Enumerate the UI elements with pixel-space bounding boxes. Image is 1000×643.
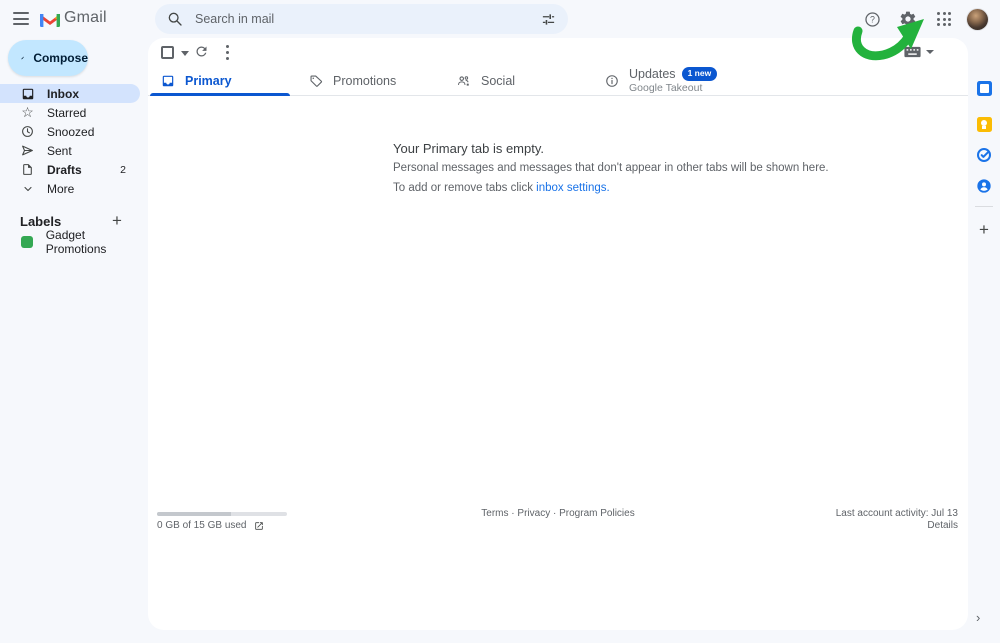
labels-title: Labels	[20, 214, 61, 229]
footer-separator: ·	[553, 508, 556, 519]
new-count-badge: 1 new	[682, 67, 718, 80]
search-input[interactable]: Search in mail	[195, 12, 541, 26]
sidebar-label-gadget-promotions[interactable]: Gadget Promotions	[0, 232, 140, 251]
keyboard-icon	[904, 46, 921, 58]
left-sidebar: Compose Inbox ☆ Starred Snoozed Sent	[0, 38, 148, 643]
sidebar-item-inbox[interactable]: Inbox	[0, 84, 140, 103]
gmail-app: { "header": { "app_name": "Gmail", "sear…	[0, 0, 1000, 643]
empty-state-title: Your Primary tab is empty.	[393, 141, 544, 156]
send-icon	[20, 144, 35, 157]
tab-primary[interactable]: Primary	[148, 66, 296, 95]
label-swatch-icon	[20, 236, 34, 248]
tab-label: Promotions	[333, 74, 396, 88]
top-bar: Gmail Search in mail ?	[0, 0, 1000, 38]
help-icon[interactable]: ?	[859, 6, 885, 32]
info-icon	[604, 74, 619, 88]
compose-button[interactable]: Compose	[8, 40, 88, 76]
inbox-tabs: Primary Promotions	[148, 66, 968, 96]
input-method-caret-icon	[926, 50, 934, 54]
empty-state: Your Primary tab is empty. Personal mess…	[393, 141, 544, 156]
inbox-icon	[20, 87, 35, 101]
svg-text:?: ?	[870, 14, 875, 24]
sidebar-item-label: Snoozed	[47, 125, 94, 139]
tab-label: Primary	[185, 74, 232, 88]
get-addons-icon[interactable]: +	[974, 220, 994, 240]
star-icon: ☆	[20, 104, 35, 121]
account-activity: Last account activity: Jul 13 Details	[836, 508, 958, 532]
search-bar[interactable]: Search in mail	[155, 4, 568, 34]
hide-side-panel-icon[interactable]: ›	[976, 610, 980, 625]
tab-promotions[interactable]: Promotions	[296, 66, 444, 95]
tasks-icon[interactable]	[976, 147, 992, 163]
profile-avatar[interactable]	[967, 9, 988, 30]
sidebar-item-starred[interactable]: ☆ Starred	[0, 103, 140, 122]
tag-icon	[308, 74, 323, 88]
calendar-icon[interactable]	[976, 80, 992, 96]
input-method-selector[interactable]	[904, 46, 934, 58]
storage-usage: 0 GB of 15 GB used	[157, 520, 264, 531]
primary-tab-icon	[160, 74, 175, 88]
more-options-icon[interactable]	[220, 45, 234, 60]
pencil-icon	[21, 51, 24, 65]
tab-label: Social	[481, 74, 515, 88]
footer-separator: ·	[511, 508, 514, 519]
label-name: Gadget Promotions	[46, 228, 140, 256]
drafts-count: 2	[120, 164, 126, 176]
refresh-icon[interactable]	[194, 44, 209, 64]
chevron-down-icon	[20, 183, 35, 195]
tab-updates[interactable]: Updates 1 new Google Takeout	[592, 66, 740, 95]
updates-tab-content: Updates 1 new Google Takeout	[629, 67, 717, 94]
draft-file-icon	[20, 163, 35, 176]
inbox-settings-link[interactable]: inbox settings.	[536, 182, 610, 194]
tab-label: Updates	[629, 67, 676, 81]
tab-social[interactable]: Social	[444, 66, 592, 95]
last-activity-text: Last account activity: Jul 13	[836, 508, 958, 520]
contacts-icon[interactable]	[976, 178, 992, 194]
app-title: Gmail	[64, 9, 107, 27]
mail-toolbar	[148, 38, 968, 66]
active-tab-underline	[150, 93, 290, 96]
terms-link[interactable]: Terms	[481, 508, 508, 519]
storage-usage-text: 0 GB of 15 GB used	[157, 520, 247, 531]
clock-icon	[20, 125, 35, 138]
sidebar-item-label: More	[47, 182, 74, 196]
google-apps-icon[interactable]	[931, 6, 957, 32]
sidebar-item-drafts[interactable]: Drafts 2	[0, 160, 140, 179]
mail-content-card: Primary Promotions	[148, 38, 968, 630]
empty-state-action: To add or remove tabs click inbox settin…	[393, 182, 993, 194]
sidebar-item-snoozed[interactable]: Snoozed	[0, 122, 140, 141]
gmail-logo-icon	[38, 8, 62, 33]
sidebar-item-sent[interactable]: Sent	[0, 141, 140, 160]
rail-divider	[975, 206, 993, 207]
sidebar-item-more[interactable]: More	[0, 179, 140, 198]
settings-gear-icon[interactable]	[895, 6, 921, 32]
header-actions: ?	[859, 0, 988, 38]
sidebar-item-label: Starred	[47, 106, 86, 120]
program-policies-link[interactable]: Program Policies	[559, 508, 635, 519]
people-icon	[456, 74, 471, 88]
privacy-link[interactable]: Privacy	[517, 508, 550, 519]
empty-state-action-text: To add or remove tabs click	[393, 182, 536, 194]
right-side-panel: + ›	[968, 38, 1000, 643]
compose-label: Compose	[33, 51, 88, 65]
open-in-new-icon[interactable]	[254, 521, 264, 531]
empty-state-description: Personal messages and messages that don'…	[393, 162, 993, 174]
main-menu-icon[interactable]	[13, 12, 29, 25]
select-all-checkbox[interactable]	[161, 46, 174, 59]
sidebar-item-label: Inbox	[47, 87, 79, 101]
activity-details-link[interactable]: Details	[836, 520, 958, 532]
keep-icon[interactable]	[976, 116, 992, 132]
search-options-icon[interactable]	[541, 12, 556, 27]
sidebar-item-label: Sent	[47, 144, 72, 158]
search-icon	[167, 11, 183, 27]
select-dropdown-icon[interactable]	[181, 51, 189, 56]
tab-subtitle: Google Takeout	[629, 82, 717, 94]
sidebar-item-label: Drafts	[47, 163, 82, 177]
